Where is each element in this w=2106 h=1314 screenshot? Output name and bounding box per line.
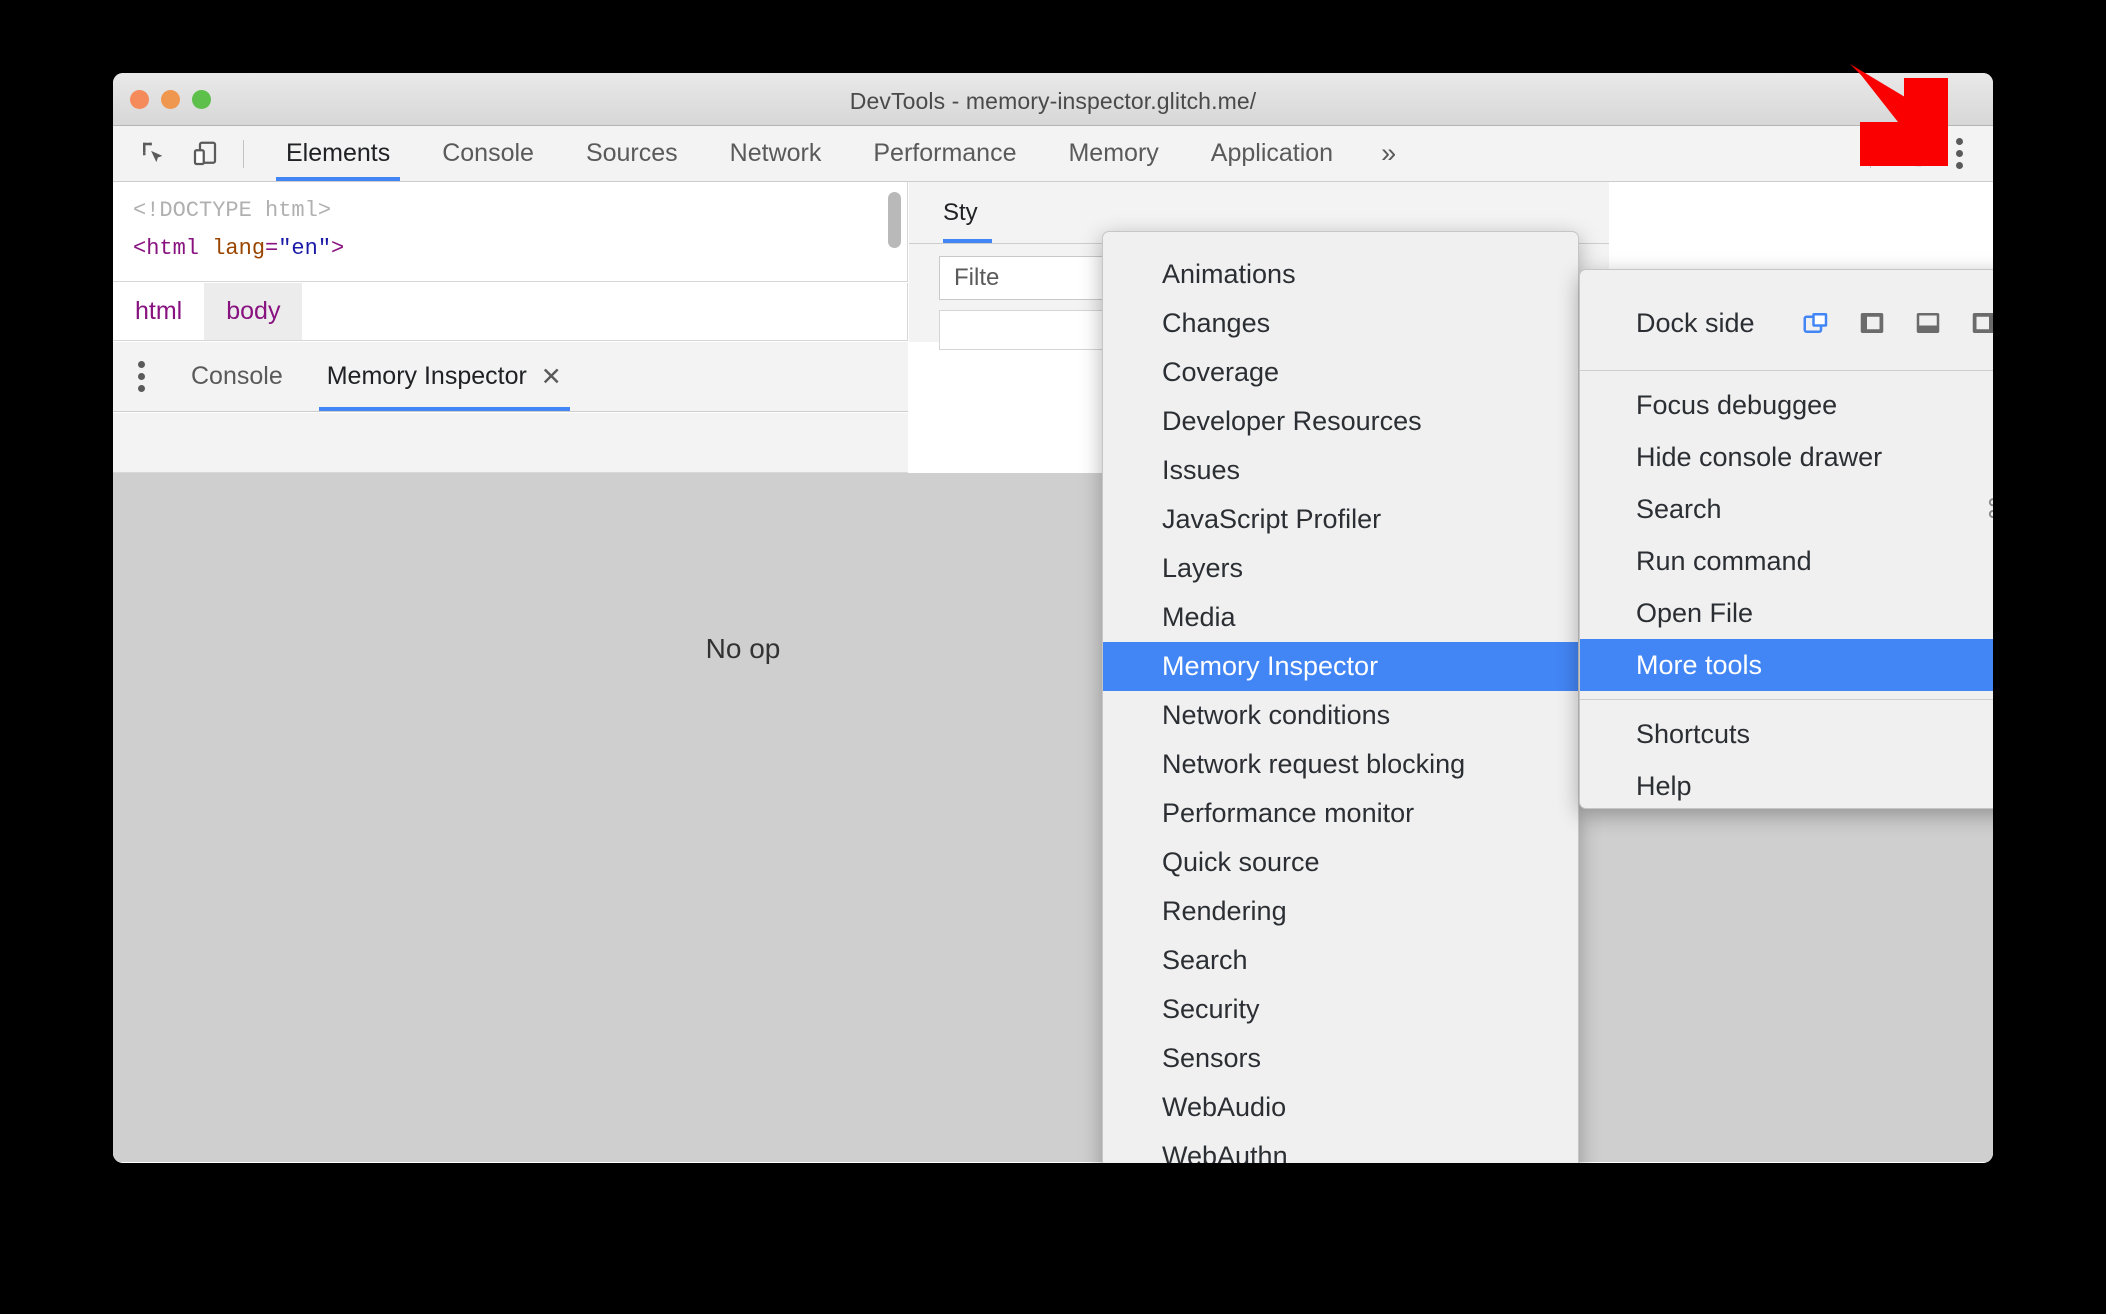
menu-item-performance-monitor[interactable]: Performance monitor bbox=[1103, 789, 1578, 838]
menu-item-search[interactable]: Search ⌘ ⌥ F bbox=[1580, 483, 1993, 535]
dock-side-label: Dock side bbox=[1636, 307, 1755, 338]
toolbar-right-divider bbox=[1870, 139, 1871, 168]
menu-item-help-label: Help bbox=[1636, 770, 1692, 801]
menu-divider-2 bbox=[1580, 699, 1993, 700]
dock-side-row: Dock side bbox=[1580, 284, 1993, 362]
more-tools-submenu: Animations Changes Coverage Developer Re… bbox=[1102, 231, 1579, 1163]
dock-left-icon[interactable] bbox=[1855, 306, 1889, 340]
tab-console-label: Console bbox=[442, 139, 534, 167]
dock-right-icon[interactable] bbox=[1967, 306, 1993, 340]
drawer-tab-console[interactable]: Console bbox=[169, 342, 305, 411]
dock-side-options bbox=[1799, 306, 1993, 340]
menu-item-network-conditions[interactable]: Network conditions bbox=[1103, 691, 1578, 740]
inspect-element-icon[interactable] bbox=[131, 134, 175, 174]
menu-item-hide-console-drawer-label: Hide console drawer bbox=[1636, 441, 1883, 472]
menu-item-issues[interactable]: Issues bbox=[1103, 446, 1578, 495]
menu-item-developer-resources[interactable]: Developer Resources bbox=[1103, 397, 1578, 446]
tab-network-label: Network bbox=[729, 139, 822, 167]
menu-item-animations[interactable]: Animations bbox=[1103, 250, 1578, 299]
menu-item-search-accel: ⌘ ⌥ F bbox=[1986, 494, 1993, 525]
gear-icon[interactable] bbox=[1895, 134, 1939, 174]
dom-tree[interactable]: <!DOCTYPE html> <html lang="en"> bbox=[113, 182, 908, 282]
screenshot-root: DevTools - memory-inspector.glitch.me/ E… bbox=[0, 0, 2106, 1314]
menu-item-more-tools-label: More tools bbox=[1636, 649, 1763, 680]
tab-sources[interactable]: Sources bbox=[560, 126, 704, 181]
drawer-toolbar bbox=[113, 413, 908, 473]
tab-application[interactable]: Application bbox=[1185, 126, 1359, 181]
tab-elements-label: Elements bbox=[286, 139, 391, 167]
menu-item-more-tools[interactable]: More tools ▶ bbox=[1580, 639, 1993, 691]
breadcrumb-item-html[interactable]: html bbox=[113, 283, 204, 340]
menu-item-open-file[interactable]: Open File ⌘ P bbox=[1580, 587, 1993, 639]
menu-item-webaudio[interactable]: WebAudio bbox=[1103, 1083, 1578, 1132]
dock-undocked-icon[interactable] bbox=[1799, 306, 1833, 340]
main-menu-popup: Dock side Focus debuggee Hide console dr… bbox=[1579, 269, 1993, 809]
menu-item-run-command-label: Run command bbox=[1636, 545, 1812, 576]
menu-item-changes[interactable]: Changes bbox=[1103, 299, 1578, 348]
drawer-kebab-menu-icon[interactable] bbox=[113, 342, 169, 411]
close-icon[interactable]: ✕ bbox=[541, 362, 562, 392]
device-toolbar-icon[interactable] bbox=[183, 134, 227, 174]
panel-tabs: Elements Console Sources Network Perform… bbox=[260, 126, 1418, 181]
menu-item-coverage[interactable]: Coverage bbox=[1103, 348, 1578, 397]
menu-item-search[interactable]: Search bbox=[1103, 936, 1578, 985]
menu-divider-1 bbox=[1580, 370, 1993, 371]
tab-application-label: Application bbox=[1210, 139, 1334, 167]
dock-bottom-icon[interactable] bbox=[1911, 306, 1945, 340]
more-tabs-chevron-icon[interactable]: » bbox=[1359, 140, 1418, 167]
menu-item-shortcuts-label: Shortcuts bbox=[1636, 718, 1751, 749]
tab-memory-label: Memory bbox=[1068, 139, 1159, 167]
tab-memory[interactable]: Memory bbox=[1042, 126, 1184, 181]
breadcrumb-item-body[interactable]: body bbox=[204, 283, 303, 340]
window-title: DevTools - memory-inspector.glitch.me/ bbox=[849, 88, 1257, 114]
menu-item-rendering[interactable]: Rendering bbox=[1103, 887, 1578, 936]
menu-item-focus-debuggee[interactable]: Focus debuggee bbox=[1580, 379, 1993, 431]
menu-item-webauthn[interactable]: WebAuthn bbox=[1103, 1132, 1578, 1163]
menu-item-run-command[interactable]: Run command ⌘ ⇧ P bbox=[1580, 535, 1993, 587]
kebab-menu-icon[interactable] bbox=[1939, 134, 1979, 174]
drawer-tab-bar: Console Memory Inspector ✕ bbox=[113, 342, 908, 412]
drawer-tab-memory-inspector[interactable]: Memory Inspector ✕ bbox=[305, 342, 584, 411]
devtools-toolbar: Elements Console Sources Network Perform… bbox=[113, 126, 1993, 182]
menu-item-search-label: Search bbox=[1636, 493, 1722, 524]
menu-item-layers[interactable]: Layers bbox=[1103, 544, 1578, 593]
menu-item-security[interactable]: Security bbox=[1103, 985, 1578, 1034]
toolbar-right-actions bbox=[1854, 126, 1979, 181]
tab-styles[interactable]: Sty bbox=[943, 182, 992, 243]
menu-item-media[interactable]: Media bbox=[1103, 593, 1578, 642]
tab-network[interactable]: Network bbox=[704, 126, 848, 181]
tab-console[interactable]: Console bbox=[416, 126, 560, 181]
devtools-window: DevTools - memory-inspector.glitch.me/ E… bbox=[113, 73, 1993, 1163]
drawer-tab-console-label: Console bbox=[191, 362, 283, 390]
dom-line-doctype: <!DOCTYPE html> bbox=[133, 198, 332, 223]
menu-item-javascript-profiler[interactable]: JavaScript Profiler bbox=[1103, 495, 1578, 544]
menu-item-memory-inspector[interactable]: Memory Inspector bbox=[1103, 642, 1578, 691]
tab-sources-label: Sources bbox=[585, 139, 678, 167]
menu-item-quick-source[interactable]: Quick source bbox=[1103, 838, 1578, 887]
breadcrumb: html body bbox=[113, 283, 908, 341]
dom-line-html: <html lang="en"> bbox=[133, 236, 345, 261]
menu-item-shortcuts[interactable]: Shortcuts bbox=[1580, 708, 1993, 760]
window-title-bar: DevTools - memory-inspector.glitch.me/ bbox=[113, 73, 1993, 126]
toolbar-divider bbox=[243, 139, 244, 168]
menu-item-network-request-blocking[interactable]: Network request blocking bbox=[1103, 740, 1578, 789]
menu-item-focus-debuggee-label: Focus debuggee bbox=[1636, 389, 1838, 420]
tab-elements[interactable]: Elements bbox=[260, 126, 416, 181]
menu-item-open-file-label: Open File bbox=[1636, 597, 1754, 628]
dom-tree-scrollbar[interactable] bbox=[888, 192, 901, 248]
tab-performance[interactable]: Performance bbox=[847, 126, 1042, 181]
menu-item-run-command-accel: ⌘ ⇧ P bbox=[1992, 546, 1993, 577]
tab-performance-label: Performance bbox=[873, 139, 1017, 167]
menu-item-help[interactable]: Help ▶ bbox=[1580, 760, 1993, 808]
drawer-tab-memory-inspector-label: Memory Inspector bbox=[326, 362, 527, 390]
menu-item-sensors[interactable]: Sensors bbox=[1103, 1034, 1578, 1083]
menu-item-hide-console-drawer[interactable]: Hide console drawer Esc bbox=[1580, 431, 1993, 483]
